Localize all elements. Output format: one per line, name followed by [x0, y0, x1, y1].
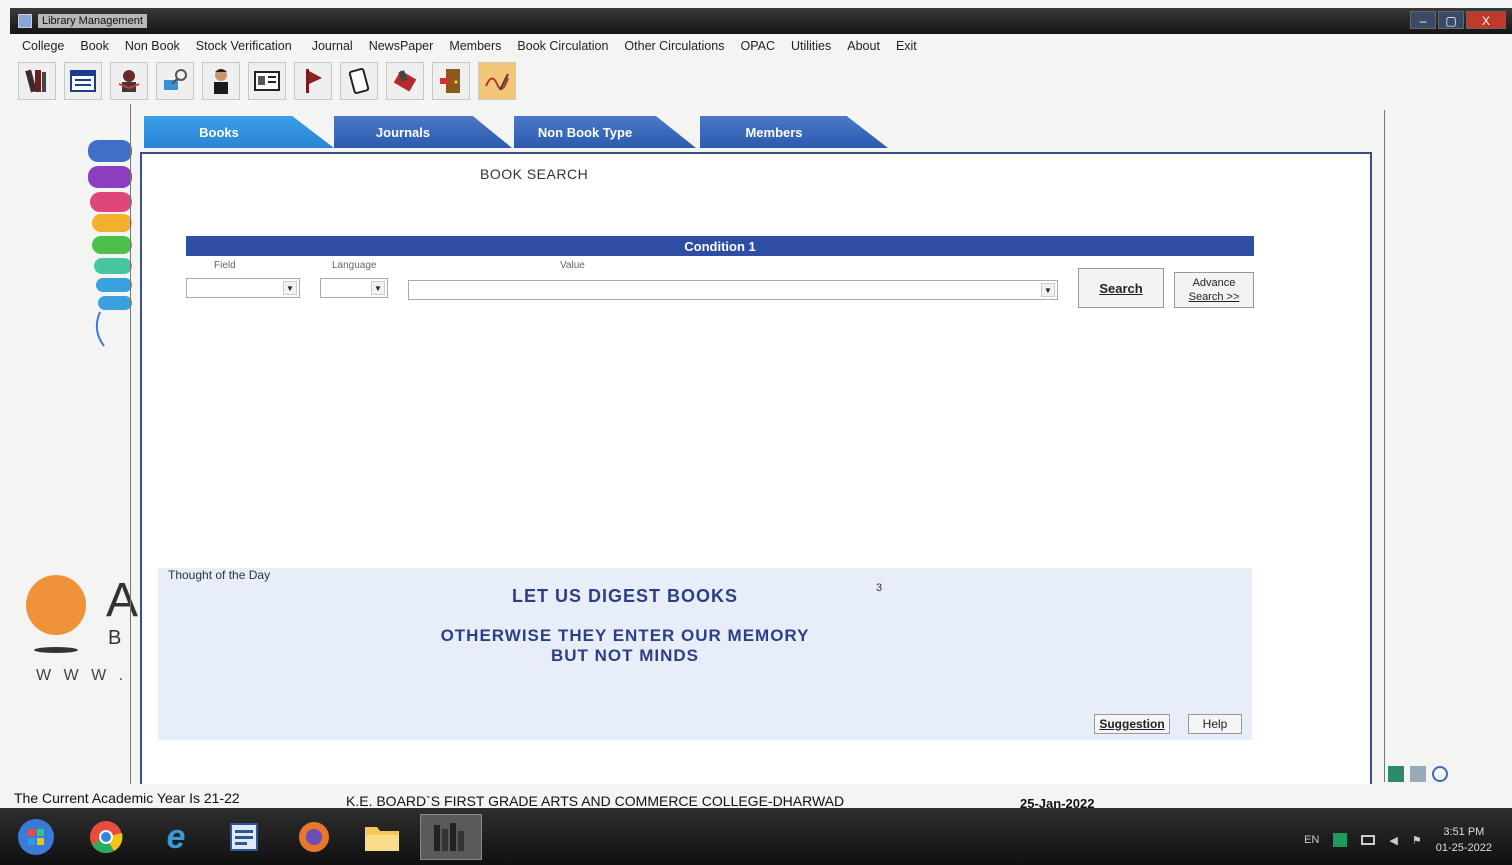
window-title: Library Management — [38, 14, 147, 28]
clock-date: 01-25-2022 — [1435, 842, 1492, 854]
book-stack-graphic — [88, 140, 132, 347]
system-tray: EN ◀ ⚑ 3:51 PM 01-25-2022 — [1304, 824, 1492, 856]
chrome-icon[interactable] — [80, 814, 132, 860]
value-label: Value — [560, 260, 585, 271]
action-center-flag-icon[interactable]: ⚑ — [1412, 834, 1422, 847]
toolbar — [18, 60, 516, 102]
id-card-icon[interactable] — [248, 62, 286, 100]
bookmark-icon[interactable] — [294, 62, 332, 100]
menu-journal[interactable]: Journal — [304, 39, 361, 53]
return-book-icon[interactable] — [340, 62, 378, 100]
ball-shadow — [34, 647, 78, 653]
condition-header: Condition 1 — [186, 236, 1254, 256]
clock-time: 3:51 PM — [1443, 826, 1485, 838]
maximize-button[interactable]: ▢ — [1438, 11, 1464, 29]
tab-members[interactable]: Members — [700, 116, 888, 148]
status-bar: The Current Academic Year Is 21-22 K.E. … — [14, 788, 1494, 811]
advance-search-button[interactable]: Advance Search >> — [1174, 272, 1254, 308]
app-tray-icon[interactable] — [1333, 833, 1348, 847]
search-button[interactable]: Search — [1078, 268, 1164, 308]
thought-line-2: OTHERWISE THEY ENTER OUR MEMORY — [440, 626, 810, 645]
thought-number: 3 — [876, 582, 883, 594]
firefox-icon[interactable] — [288, 814, 340, 860]
language-indicator[interactable]: EN — [1304, 834, 1319, 846]
chevron-down-icon[interactable]: ▼ — [371, 281, 385, 295]
book-search-panel: BOOK SEARCH Condition 1 Field Language V… — [140, 152, 1372, 784]
network-icon[interactable] — [1361, 835, 1376, 845]
start-orb-icon[interactable] — [10, 814, 62, 860]
tab-books-label: Books — [199, 124, 239, 140]
right-divider — [1384, 110, 1385, 782]
advance-search-line2: Search >> — [1188, 291, 1240, 303]
title-bar: Library Management – ▢ X — [10, 8, 1512, 34]
person-icon[interactable] — [202, 62, 240, 100]
tab-journals[interactable]: Journals — [334, 116, 512, 148]
close-button[interactable]: X — [1466, 11, 1506, 29]
field-label: Field — [214, 260, 236, 271]
menu-opac[interactable]: OPAC — [732, 39, 783, 53]
language-select[interactable]: ▼ — [320, 278, 388, 298]
books-icon[interactable] — [18, 62, 56, 100]
menu-bar: College Book Non Book Stock Verification… — [14, 34, 1512, 58]
app-status-icon[interactable] — [1388, 766, 1404, 782]
thought-line-3: BUT NOT MINDS — [550, 646, 700, 665]
menu-newspaper[interactable]: NewsPaper — [361, 39, 442, 53]
taskbar: e EN ◀ ⚑ 3:51 PM 01-25-2022 — [0, 808, 1512, 865]
tab-non-book-type[interactable]: Non Book Type — [514, 116, 696, 148]
tab-journals-label: Journals — [375, 124, 431, 140]
library-app-icon[interactable] — [420, 814, 482, 860]
autograph-icon[interactable] — [478, 62, 516, 100]
suggestion-button[interactable]: Suggestion — [1094, 714, 1170, 734]
file-explorer-icon[interactable] — [356, 814, 408, 860]
window-controls: – ▢ X — [1410, 11, 1506, 29]
logo-url: W W W . — [36, 667, 128, 684]
orange-ball-graphic — [26, 575, 86, 635]
chevron-down-icon[interactable]: ▼ — [283, 281, 297, 295]
clock[interactable]: 3:51 PM 01-25-2022 — [1436, 824, 1492, 856]
logo-letter-b: B — [108, 627, 122, 649]
brand-logo: A B W W W . — [26, 574, 139, 695]
menu-book-circulation[interactable]: Book Circulation — [509, 39, 616, 53]
tab-members-label: Members — [745, 124, 803, 140]
logo-letter-a: A — [106, 574, 139, 627]
menu-exit[interactable]: Exit — [888, 39, 925, 53]
issue-book-icon[interactable] — [386, 62, 424, 100]
minimize-button[interactable]: – — [1410, 11, 1436, 29]
field-select[interactable]: ▼ — [186, 278, 300, 298]
mini-tray — [1388, 766, 1448, 782]
menu-members[interactable]: Members — [441, 39, 509, 53]
reader-icon[interactable] — [110, 62, 148, 100]
app-icon — [18, 14, 32, 28]
word-icon[interactable] — [218, 814, 270, 860]
tab-books[interactable]: Books — [144, 116, 334, 148]
chevron-down-icon[interactable]: ▼ — [1041, 283, 1055, 297]
tab-non-book-type-label: Non Book Type — [537, 124, 633, 140]
advance-search-line1: Advance — [1192, 277, 1236, 289]
menu-utilities[interactable]: Utilities — [783, 39, 839, 53]
menu-book[interactable]: Book — [72, 39, 117, 53]
thought-of-the-day: Thought of the Day LET US DIGEST BOOKS 3… — [158, 568, 1252, 740]
settings-icon[interactable] — [1432, 766, 1448, 782]
keyboard-icon[interactable] — [1410, 766, 1426, 782]
exit-door-icon[interactable] — [432, 62, 470, 100]
left-divider — [130, 104, 131, 784]
thought-line-1: LET US DIGEST BOOKS — [511, 586, 739, 606]
help-button[interactable]: Help — [1188, 714, 1242, 734]
key-search-icon[interactable] — [156, 62, 194, 100]
internet-explorer-icon[interactable]: e — [150, 814, 202, 860]
menu-non-book[interactable]: Non Book — [117, 39, 188, 53]
college-name: K.E. BOARD`S FIRST GRADE ARTS AND COMMER… — [346, 793, 845, 809]
thought-label: Thought of the Day — [168, 568, 271, 582]
menu-college[interactable]: College — [14, 39, 72, 53]
catalog-icon[interactable] — [64, 62, 102, 100]
language-label: Language — [332, 260, 377, 271]
menu-stock-verification[interactable]: Stock Verification — [188, 39, 300, 53]
menu-other-circulations[interactable]: Other Circulations — [616, 39, 732, 53]
page-title: BOOK SEARCH — [480, 166, 589, 182]
value-select[interactable]: ▼ — [408, 280, 1058, 300]
volume-icon[interactable]: ◀ — [1389, 834, 1397, 847]
academic-year: The Current Academic Year Is 21-22 — [14, 790, 240, 806]
menu-about[interactable]: About — [839, 39, 888, 53]
